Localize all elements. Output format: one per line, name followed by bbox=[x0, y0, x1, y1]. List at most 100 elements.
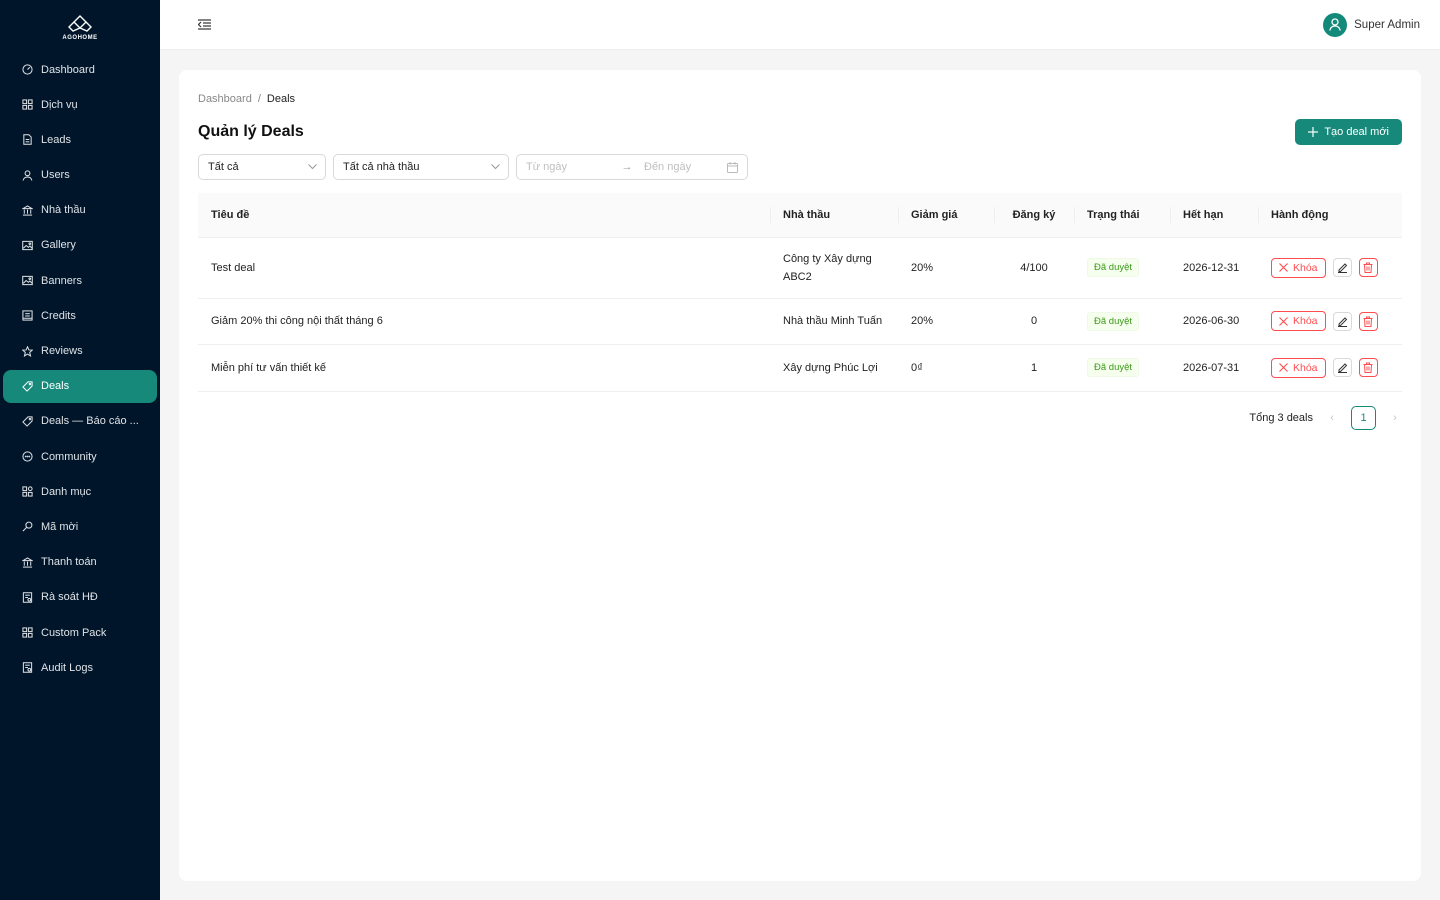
status-badge: Đã duyệt bbox=[1087, 258, 1140, 277]
delete-button[interactable] bbox=[1358, 311, 1378, 331]
sidebar-item-15[interactable]: Rà soát HĐ bbox=[3, 581, 157, 614]
sidebar-item-10[interactable]: Deals — Báo cáo ... bbox=[3, 405, 157, 438]
sidebar-item-label: Banners bbox=[41, 274, 82, 287]
date-to-input[interactable]: Đến ngày bbox=[638, 161, 727, 173]
sidebar-item-5[interactable]: Gallery bbox=[3, 229, 157, 262]
lock-label: Khóa bbox=[1293, 361, 1318, 374]
deal-actions: Khóa bbox=[1258, 237, 1402, 299]
deal-status-cell: Đã duyệt bbox=[1074, 237, 1170, 299]
sidebar-item-label: Custom Pack bbox=[41, 626, 107, 639]
user-icon bbox=[21, 169, 33, 181]
sidebar-item-2[interactable]: Leads bbox=[3, 123, 157, 156]
lock-button[interactable]: Khóa bbox=[1271, 357, 1326, 378]
breadcrumb-home[interactable]: Dashboard bbox=[198, 93, 252, 105]
deal-status-cell: Đã duyệt bbox=[1074, 298, 1170, 345]
calendar-icon bbox=[727, 161, 738, 173]
bank-icon bbox=[21, 556, 33, 568]
sidebar-item-17[interactable]: Audit Logs bbox=[3, 651, 157, 684]
lock-label: Khóa bbox=[1293, 261, 1318, 274]
audit-icon bbox=[21, 662, 33, 674]
prev-page-icon[interactable]: ‹ bbox=[1325, 412, 1339, 424]
trash-icon bbox=[1363, 316, 1373, 327]
deal-actions: Khóa bbox=[1258, 344, 1402, 392]
arrow-right-icon: → bbox=[621, 161, 633, 173]
deal-discount: 20% bbox=[898, 237, 994, 299]
lock-button[interactable]: Khóa bbox=[1271, 311, 1326, 331]
lock-button[interactable]: Khóa bbox=[1271, 257, 1326, 278]
table-row: Giảm 20% thi công nội thất tháng 6 Nhà th… bbox=[198, 298, 1402, 345]
category-icon bbox=[21, 486, 33, 498]
sidebar-item-8[interactable]: Reviews bbox=[3, 335, 157, 368]
edit-button[interactable] bbox=[1332, 358, 1352, 377]
date-range-picker[interactable]: Từ ngày → Đến ngày bbox=[516, 154, 748, 180]
sidebar-item-11[interactable]: Community bbox=[3, 440, 157, 473]
chevron-down-icon bbox=[308, 164, 317, 170]
star-icon bbox=[21, 345, 33, 357]
column-discount: Giảm giá bbox=[898, 193, 994, 238]
deal-title: Giảm 20% thi công nội thất tháng 6 bbox=[198, 298, 770, 345]
sidebar-item-14[interactable]: Thanh toán bbox=[3, 546, 157, 579]
sidebar-item-6[interactable]: Banners bbox=[3, 264, 157, 297]
delete-button[interactable] bbox=[1358, 358, 1378, 377]
content-card: Dashboard / Deals Quản lý Deals Tạo deal… bbox=[179, 70, 1421, 881]
sidebar-item-7[interactable]: Credits bbox=[3, 299, 157, 332]
sidebar-item-4[interactable]: Nhà thầu bbox=[3, 194, 157, 227]
deals-table: Tiêu đề Nhà thầu Giảm giá Đăng ký Trạng … bbox=[198, 193, 1402, 392]
edit-button[interactable] bbox=[1332, 311, 1352, 331]
user-menu[interactable]: Super Admin bbox=[1323, 12, 1420, 37]
tag-icon bbox=[21, 380, 33, 392]
column-contractor: Nhà thầu bbox=[770, 193, 898, 238]
logo-text: AGOHOME bbox=[62, 34, 98, 41]
status-filter-select[interactable]: Tất cả bbox=[198, 154, 326, 180]
picture-icon bbox=[21, 239, 33, 251]
deal-contractor: Công ty Xây dựng ABC2 bbox=[770, 237, 898, 299]
tag-icon bbox=[21, 415, 33, 427]
sidebar-menu: Dashboard Dịch vụ Leads Users Nhà thầu Galler… bbox=[0, 53, 160, 684]
deal-expires: 2026-07-31 bbox=[1170, 344, 1258, 392]
sidebar-item-label: Community bbox=[41, 450, 97, 463]
deal-expires: 2026-06-30 bbox=[1170, 298, 1258, 345]
pagination-total: Tổng 3 deals bbox=[1249, 411, 1313, 424]
column-actions: Hành động bbox=[1258, 193, 1402, 238]
column-expires: Hết hạn bbox=[1170, 193, 1258, 238]
sidebar: AGOHOME Dashboard Dịch vụ Leads Users Nhà th… bbox=[0, 0, 160, 900]
app-logo[interactable]: AGOHOME bbox=[0, 0, 160, 50]
date-from-input[interactable]: Từ ngày bbox=[526, 161, 616, 173]
sidebar-item-label: Deals — Báo cáo ... bbox=[41, 415, 139, 428]
sidebar-item-label: Reviews bbox=[41, 345, 83, 357]
menu-fold-icon[interactable] bbox=[198, 18, 212, 32]
filter-bar: Tất cả Tất cả nhà thầu Từ ngày → Đến ngà… bbox=[198, 154, 1402, 180]
deal-expires: 2026-12-31 bbox=[1170, 237, 1258, 299]
trash-icon bbox=[1363, 262, 1373, 273]
sidebar-item-1[interactable]: Dịch vụ bbox=[3, 88, 157, 121]
page-title: Quản lý Deals bbox=[198, 123, 304, 140]
file-icon bbox=[21, 134, 33, 146]
contractor-filter-select[interactable]: Tất cả nhà thầu bbox=[333, 154, 509, 180]
delete-button[interactable] bbox=[1358, 258, 1378, 277]
deal-status-cell: Đã duyệt bbox=[1074, 344, 1170, 392]
status-filter-value: Tất cả bbox=[208, 161, 239, 173]
grid-icon bbox=[21, 99, 33, 111]
sidebar-item-label: Rà soát HĐ bbox=[41, 591, 98, 604]
page-number-button[interactable]: 1 bbox=[1351, 405, 1376, 430]
sidebar-item-9[interactable]: Deals bbox=[3, 369, 157, 403]
edit-button[interactable] bbox=[1332, 258, 1352, 277]
bank-icon bbox=[21, 204, 33, 216]
next-page-icon[interactable]: › bbox=[1388, 412, 1402, 424]
user-icon bbox=[1329, 18, 1341, 31]
sidebar-item-16[interactable]: Custom Pack bbox=[3, 616, 157, 649]
sidebar-item-0[interactable]: Dashboard bbox=[3, 53, 157, 86]
logo-icon bbox=[68, 14, 92, 32]
create-deal-label: Tạo deal mới bbox=[1324, 126, 1389, 138]
sidebar-item-12[interactable]: Danh mục bbox=[3, 475, 157, 508]
table-header-row: Tiêu đề Nhà thầu Giảm giá Đăng ký Trạng … bbox=[198, 193, 1402, 238]
sidebar-item-3[interactable]: Users bbox=[3, 159, 157, 192]
sidebar-item-label: Dashboard bbox=[41, 63, 95, 76]
deal-registered: 4/100 bbox=[994, 237, 1074, 299]
edit-icon bbox=[1337, 316, 1347, 327]
status-badge: Đã duyệt bbox=[1087, 358, 1140, 377]
sidebar-item-label: Dịch vụ bbox=[41, 98, 78, 111]
sidebar-item-label: Nhà thầu bbox=[41, 204, 86, 217]
create-deal-button[interactable]: Tạo deal mới bbox=[1295, 119, 1402, 145]
sidebar-item-13[interactable]: Mã mời bbox=[3, 510, 157, 543]
